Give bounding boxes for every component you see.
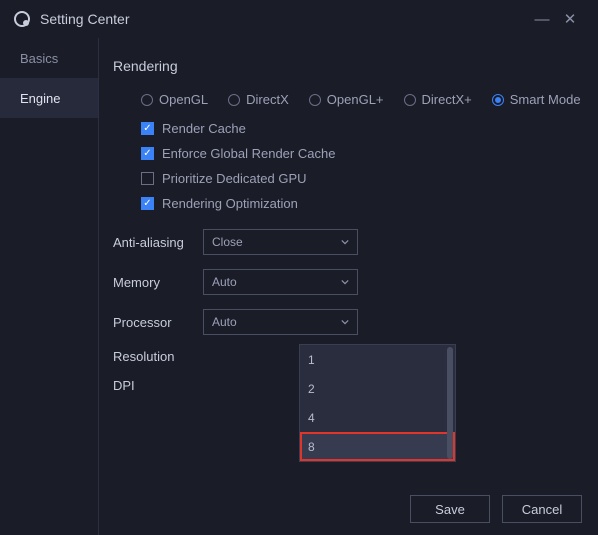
chevron-down-icon (341, 318, 349, 326)
select-value: Close (212, 235, 243, 249)
memory-label: Memory (113, 275, 203, 290)
check-enforce-global[interactable]: ✓ Enforce Global Render Cache (141, 146, 584, 161)
radio-label: OpenGL (159, 92, 208, 107)
sidebar: Basics Engine (0, 38, 98, 535)
resolution-label: Resolution (113, 349, 203, 364)
radio-opengl[interactable]: OpenGL (141, 92, 208, 107)
radio-icon (141, 94, 153, 106)
select-value: Auto (212, 315, 237, 329)
processor-dropdown: 1 2 4 8 (299, 344, 456, 462)
check-label: Rendering Optimization (162, 196, 298, 211)
footer-buttons: Save Cancel (410, 495, 582, 523)
checkbox-icon: ✓ (141, 147, 154, 160)
radio-directx-plus[interactable]: DirectX+ (404, 92, 472, 107)
rendering-options: ✓ Render Cache ✓ Enforce Global Render C… (141, 121, 584, 211)
chevron-down-icon (341, 238, 349, 246)
anti-aliasing-select[interactable]: Close (203, 229, 358, 255)
check-prioritize-gpu[interactable]: Prioritize Dedicated GPU (141, 171, 584, 186)
checkbox-icon: ✓ (141, 122, 154, 135)
save-button[interactable]: Save (410, 495, 490, 523)
memory-select[interactable]: Auto (203, 269, 358, 295)
processor-option-2[interactable]: 2 (300, 374, 455, 403)
sidebar-item-basics[interactable]: Basics (0, 38, 98, 78)
processor-option-8[interactable]: 8 (300, 432, 455, 461)
radio-opengl-plus[interactable]: OpenGL+ (309, 92, 384, 107)
processor-option-4[interactable]: 4 (300, 403, 455, 432)
app-logo-icon (14, 11, 30, 27)
window-title: Setting Center (40, 11, 130, 27)
checkbox-icon (141, 172, 154, 185)
close-button[interactable]: ✕ (556, 10, 584, 28)
processor-option-1[interactable]: 1 (300, 345, 455, 374)
radio-smart-mode[interactable]: Smart Mode (492, 92, 581, 107)
radio-label: OpenGL+ (327, 92, 384, 107)
main-panel: Rendering OpenGL DirectX OpenGL+ DirectX… (99, 38, 598, 535)
radio-icon (492, 94, 504, 106)
title-bar: Setting Center — ✕ (0, 0, 598, 38)
rendering-mode-group: OpenGL DirectX OpenGL+ DirectX+ Smart Mo… (141, 92, 584, 107)
radio-icon (228, 94, 240, 106)
sidebar-item-label: Engine (20, 91, 60, 106)
checkbox-icon: ✓ (141, 197, 154, 210)
check-render-cache[interactable]: ✓ Render Cache (141, 121, 584, 136)
anti-aliasing-label: Anti-aliasing (113, 235, 203, 250)
minimize-button[interactable]: — (528, 11, 556, 28)
sidebar-item-label: Basics (20, 51, 58, 66)
cancel-button[interactable]: Cancel (502, 495, 582, 523)
select-value: Auto (212, 275, 237, 289)
chevron-down-icon (341, 278, 349, 286)
radio-label: Smart Mode (510, 92, 581, 107)
processor-label: Processor (113, 315, 203, 330)
dropdown-scrollbar[interactable] (447, 347, 453, 459)
radio-icon (404, 94, 416, 106)
section-title: Rendering (113, 58, 584, 74)
check-rendering-optimization[interactable]: ✓ Rendering Optimization (141, 196, 584, 211)
check-label: Prioritize Dedicated GPU (162, 171, 307, 186)
dpi-label: DPI (113, 378, 203, 393)
check-label: Render Cache (162, 121, 246, 136)
sidebar-item-engine[interactable]: Engine (0, 78, 98, 118)
check-label: Enforce Global Render Cache (162, 146, 335, 161)
radio-directx[interactable]: DirectX (228, 92, 289, 107)
radio-icon (309, 94, 321, 106)
processor-select[interactable]: Auto (203, 309, 358, 335)
radio-label: DirectX (246, 92, 289, 107)
radio-label: DirectX+ (422, 92, 472, 107)
